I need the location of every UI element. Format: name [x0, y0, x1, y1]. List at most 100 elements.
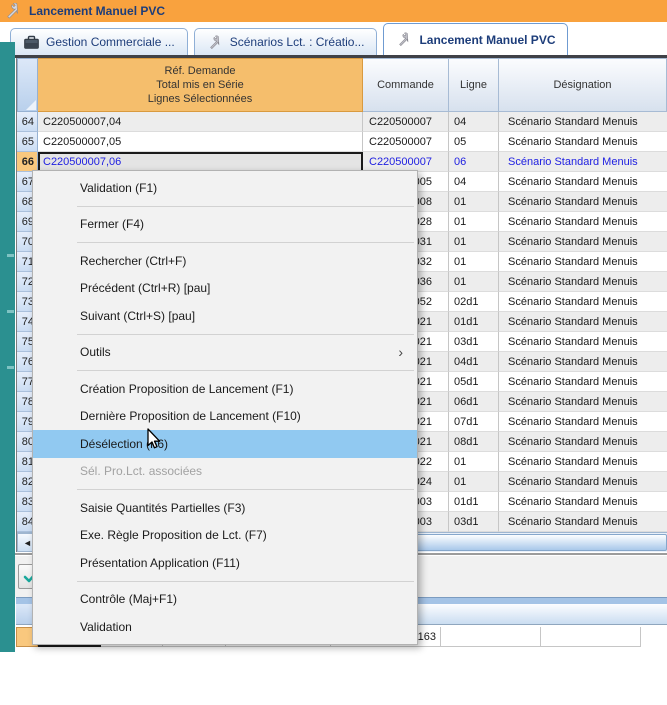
- commande-cell[interactable]: C220500007: [363, 132, 449, 152]
- menu-item-outils[interactable]: Outils›: [33, 339, 417, 367]
- column-header-designation[interactable]: Désignation: [499, 58, 667, 112]
- menu-item-creation-proposition-de-lancement-f1[interactable]: Création Proposition de Lancement (F1): [33, 375, 417, 403]
- designation-cell[interactable]: Scénario Standard Menuis: [499, 112, 667, 132]
- sidebar-notch: [7, 366, 14, 369]
- table-row[interactable]: 65 C220500007,05 C220500007 05 Scénario …: [17, 132, 667, 152]
- menu-separator: [33, 202, 417, 211]
- menu-item-derniere-proposition-de-lancement-f10[interactable]: Dernière Proposition de Lancement (F10): [33, 403, 417, 431]
- menu-item-presentation-application-f11[interactable]: Présentation Application (F11): [33, 549, 417, 577]
- ligne-cell[interactable]: 01d1: [449, 312, 499, 332]
- menu-item-exe-regle-proposition-de-lct-f7[interactable]: Exe. Règle Proposition de Lct. (F7): [33, 522, 417, 550]
- tab-scenarios-lct[interactable]: Scénarios Lct. : Créatio...: [194, 28, 378, 55]
- submenu-arrow-icon: ›: [398, 345, 403, 359]
- menu-item-suivant-ctrl-s-pau[interactable]: Suivant (Ctrl+S) [pau]: [33, 302, 417, 330]
- designation-cell[interactable]: Scénario Standard Menuis: [499, 172, 667, 192]
- ref-demande-cell[interactable]: C220500007,04: [38, 112, 363, 132]
- designation-cell[interactable]: Scénario Standard Menuis: [499, 392, 667, 412]
- ligne-cell[interactable]: 04d1: [449, 352, 499, 372]
- designation-cell[interactable]: Scénario Standard Menuis: [499, 432, 667, 452]
- ligne-cell[interactable]: 03d1: [449, 332, 499, 352]
- designation-cell[interactable]: Scénario Standard Menuis: [499, 252, 667, 272]
- ligne-cell[interactable]: 01: [449, 472, 499, 492]
- ligne-cell[interactable]: 01: [449, 272, 499, 292]
- ref-demande-cell[interactable]: C220500007,05: [38, 132, 363, 152]
- left-arrow-icon: ◄: [23, 538, 32, 548]
- designation-cell[interactable]: Scénario Standard Menuis: [499, 272, 667, 292]
- designation-cell[interactable]: Scénario Standard Menuis: [499, 492, 667, 512]
- ligne-cell[interactable]: 07d1: [449, 412, 499, 432]
- menu-item-sel-pro-lct-associees[interactable]: Sél. Pro.Lct. associées: [33, 458, 417, 486]
- summary-cell[interactable]: [441, 627, 541, 647]
- ligne-cell[interactable]: 08d1: [449, 432, 499, 452]
- header-line: Réf. Demande: [165, 64, 236, 78]
- tab-lancement-manuel-pvc[interactable]: Lancement Manuel PVC: [383, 23, 568, 55]
- row-number-cell[interactable]: 66: [17, 152, 38, 172]
- row-number-cell[interactable]: 64: [17, 112, 38, 132]
- menu-separator: [33, 330, 417, 339]
- ligne-cell[interactable]: 06: [449, 152, 499, 172]
- menu-item-rechercher-ctrl-f[interactable]: Rechercher (Ctrl+F): [33, 247, 417, 275]
- ligne-cell[interactable]: 01: [449, 232, 499, 252]
- menu-item-deselection-f6[interactable]: Désélection (F6): [33, 430, 417, 458]
- menu-separator: [33, 238, 417, 247]
- context-menu: Validation (F1) Fermer (F4) Rechercher (Ct…: [32, 170, 418, 645]
- ligne-cell[interactable]: 01: [449, 452, 499, 472]
- row-number-cell[interactable]: 65: [17, 132, 38, 152]
- ligne-cell[interactable]: 01d1: [449, 492, 499, 512]
- ligne-cell[interactable]: 01: [449, 192, 499, 212]
- table-row[interactable]: 64 C220500007,04 C220500007 04 Scénario …: [17, 112, 667, 132]
- window-titlebar: Lancement Manuel PVC: [0, 0, 667, 23]
- window-title: Lancement Manuel PVC: [29, 4, 165, 18]
- column-header-ligne[interactable]: Ligne: [449, 58, 499, 112]
- select-all-corner[interactable]: [17, 58, 38, 112]
- menu-separator: [33, 485, 417, 494]
- ligne-cell[interactable]: 04: [449, 112, 499, 132]
- ref-demande-cell[interactable]: C220500007,06: [38, 152, 363, 172]
- commande-cell[interactable]: C220500007: [363, 112, 449, 132]
- menu-separator: [33, 366, 417, 375]
- ligne-cell[interactable]: 01: [449, 212, 499, 232]
- tab-label: Gestion Commerciale ...: [46, 35, 175, 49]
- designation-cell[interactable]: Scénario Standard Menuis: [499, 372, 667, 392]
- designation-cell[interactable]: Scénario Standard Menuis: [499, 452, 667, 472]
- menu-item-validation[interactable]: Validation: [33, 613, 417, 641]
- menu-item-validation-f1[interactable]: Validation (F1): [33, 174, 417, 202]
- sidebar-notch: [7, 254, 14, 257]
- designation-cell[interactable]: Scénario Standard Menuis: [499, 332, 667, 352]
- designation-cell[interactable]: Scénario Standard Menuis: [499, 212, 667, 232]
- wrench-icon: [4, 3, 22, 19]
- menu-item-controle-maj-f1[interactable]: Contrôle (Maj+F1): [33, 586, 417, 614]
- corner-triangle-icon: [26, 100, 36, 110]
- menu-separator: [33, 577, 417, 586]
- designation-cell[interactable]: Scénario Standard Menuis: [499, 192, 667, 212]
- header-line: Total mis en Série: [156, 78, 243, 92]
- summary-cell[interactable]: [541, 627, 641, 647]
- ligne-cell[interactable]: 01: [449, 252, 499, 272]
- designation-cell[interactable]: Scénario Standard Menuis: [499, 352, 667, 372]
- table-row[interactable]: 66 C220500007,06 C220500007 06 Scénario …: [17, 152, 667, 172]
- column-header-commande[interactable]: Commande: [363, 58, 449, 112]
- column-header-ref-demande[interactable]: Réf. Demande Total mis en Série Lignes S…: [38, 58, 363, 112]
- designation-cell[interactable]: Scénario Standard Menuis: [499, 312, 667, 332]
- designation-cell[interactable]: Scénario Standard Menuis: [499, 152, 667, 172]
- ligne-cell[interactable]: 02d1: [449, 292, 499, 312]
- left-sidebar: [0, 42, 15, 652]
- menu-item-fermer-f4[interactable]: Fermer (F4): [33, 211, 417, 239]
- designation-cell[interactable]: Scénario Standard Menuis: [499, 232, 667, 252]
- tab-label: Scénarios Lct. : Créatio...: [230, 35, 365, 49]
- tab-gestion-commerciale[interactable]: Gestion Commerciale ...: [10, 28, 188, 55]
- ligne-cell[interactable]: 05d1: [449, 372, 499, 392]
- designation-cell[interactable]: Scénario Standard Menuis: [499, 292, 667, 312]
- designation-cell[interactable]: Scénario Standard Menuis: [499, 512, 667, 532]
- ligne-cell[interactable]: 06d1: [449, 392, 499, 412]
- tab-bar: Gestion Commerciale ... Scénarios Lct. :…: [0, 22, 667, 55]
- designation-cell[interactable]: Scénario Standard Menuis: [499, 412, 667, 432]
- menu-item-precedent-ctrl-r-pau[interactable]: Précédent (Ctrl+R) [pau]: [33, 275, 417, 303]
- ligne-cell[interactable]: 03d1: [449, 512, 499, 532]
- ligne-cell[interactable]: 05: [449, 132, 499, 152]
- designation-cell[interactable]: Scénario Standard Menuis: [499, 132, 667, 152]
- menu-item-saisie-quantites-partielles-f3[interactable]: Saisie Quantités Partielles (F3): [33, 494, 417, 522]
- ligne-cell[interactable]: 04: [449, 172, 499, 192]
- designation-cell[interactable]: Scénario Standard Menuis: [499, 472, 667, 492]
- commande-cell[interactable]: C220500007: [363, 152, 449, 172]
